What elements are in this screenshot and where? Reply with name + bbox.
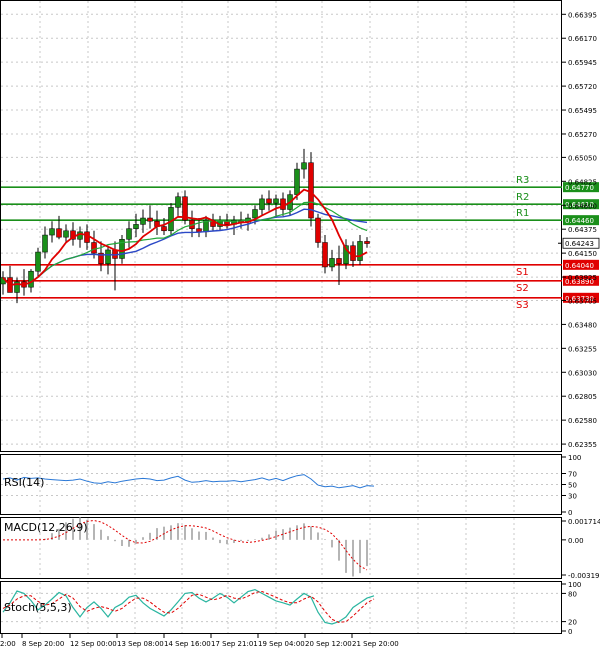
candle-body-5 [35,251,41,272]
candle-body-9 [63,230,69,238]
xtick-label-7: 20 Sep 12:00 [305,640,352,648]
level-name-s1: S1 [516,267,529,278]
candle-body-18 [126,228,132,240]
candle-body-12 [84,231,90,243]
candle-body-48 [336,258,342,265]
candle-body-8 [56,228,62,238]
candle-body-25 [175,196,181,208]
level-name-s3: S3 [516,300,529,311]
macd-ytick-label-2: -0.003195 [568,572,600,580]
ytick-label-12: 0.63705 [568,297,597,305]
candle-body-40 [280,198,286,210]
stoch-ytick-label-3: 0 [568,628,572,636]
panel-frames [0,0,562,634]
panel-frame-price [0,0,562,452]
rsi-ytick-label-3: 30 [568,493,577,501]
candle-body-36 [252,209,258,219]
current-price-label: 0.64243 [565,240,594,248]
candle-body-19 [133,224,139,229]
rsi-ytick-label-2: 50 [568,482,577,490]
stoch-title: Stoch(5,5,3) [4,601,72,614]
ytick-label-8: 0.64600 [568,202,597,210]
stoch-ytick-label-0: 100 [568,581,581,589]
candle-body-21 [147,217,153,222]
panel-frame-stoch [0,581,562,634]
macd-ytick-label-0: 0.001714 [568,518,600,526]
ytick-label-9: 0.64375 [568,226,597,234]
ytick-label-15: 0.63030 [568,369,597,377]
candle-body-51 [357,241,363,261]
rsi-ytick-label-0: 100 [568,454,581,462]
candle-body-46 [322,242,328,268]
candle-body-6 [42,234,48,253]
candle-body-52 [364,241,370,244]
candle-body-50 [350,245,356,261]
xtick-label-0: 2:00 [0,640,16,648]
ytick-label-10: 0.64150 [568,250,597,258]
xtick-label-8: 21 Sep 20:00 [352,640,399,648]
candle-body-42 [294,168,300,195]
candle-body-43 [301,162,307,170]
ytick-label-1: 0.66170 [568,35,597,43]
candle-body-38 [266,198,272,204]
candle-body-47 [329,258,335,268]
stoch-ytick-label-2: 20 [568,619,577,627]
level-name-r3: R3 [516,175,529,186]
xtick-label-6: 19 Sep 04:00 [258,640,305,648]
candle-body-4 [28,270,34,288]
candle-body-13 [91,242,97,254]
macd-ytick-label-1: 0.00 [568,537,584,545]
ytick-label-18: 0.62355 [568,441,597,449]
candle-body-37 [259,198,265,210]
ytick-label-17: 0.62580 [568,417,597,425]
ytick-label-7: 0.64825 [568,178,597,186]
candle-body-23 [161,226,167,232]
xtick-label-5: 17 Sep 21:01 [211,640,258,648]
candle-body-15 [105,249,111,265]
ytick-label-6: 0.65050 [568,154,597,162]
ytick-label-11: 0.63925 [568,274,597,282]
stoch-ytick-label-1: 80 [568,590,577,598]
level-name-r1: R1 [516,208,529,219]
candle-body-45 [315,217,321,243]
ytick-label-2: 0.65945 [568,59,597,67]
ytick-label-5: 0.65270 [568,131,597,139]
xtick-label-1: 8 Sep 20:00 [22,640,64,648]
ytick-label-16: 0.62805 [568,393,597,401]
candle-body-20 [140,217,146,225]
ytick-label-4: 0.65495 [568,107,597,115]
level-tag-label-s1: 0.64040 [565,262,594,270]
level-name-s2: S2 [516,283,529,294]
rsi-ytick-label-4: 0 [568,509,572,517]
candle-body-39 [273,198,279,204]
ytick-label-13: 0.63480 [568,321,597,329]
ytick-label-14: 0.63255 [568,345,597,353]
chart-svg: R30.64770R20.64610R10.64460S10.64040S20.… [0,0,600,648]
level-tag-label-r1: 0.64460 [565,217,594,225]
rsi-ytick-label-1: 70 [568,471,577,479]
xtick-label-3: 13 Sep 08:00 [117,640,164,648]
ytick-label-0: 0.66395 [568,11,597,19]
xtick-label-4: 14 Sep 16:00 [164,640,211,648]
candle-body-24 [168,207,174,232]
level-name-r2: R2 [516,192,529,203]
chart-root: R3 0.64770 R2 0.64610 R1 0.64460 S1 0.64040 S2 0.… [0,0,600,652]
rsi-title: RSI(14) [4,476,44,489]
ytick-label-3: 0.65720 [568,83,597,91]
macd-title: MACD(12,26,9) [4,521,88,534]
xtick-label-2: 12 Sep 00:00 [70,640,117,648]
candle-body-7 [49,228,55,236]
